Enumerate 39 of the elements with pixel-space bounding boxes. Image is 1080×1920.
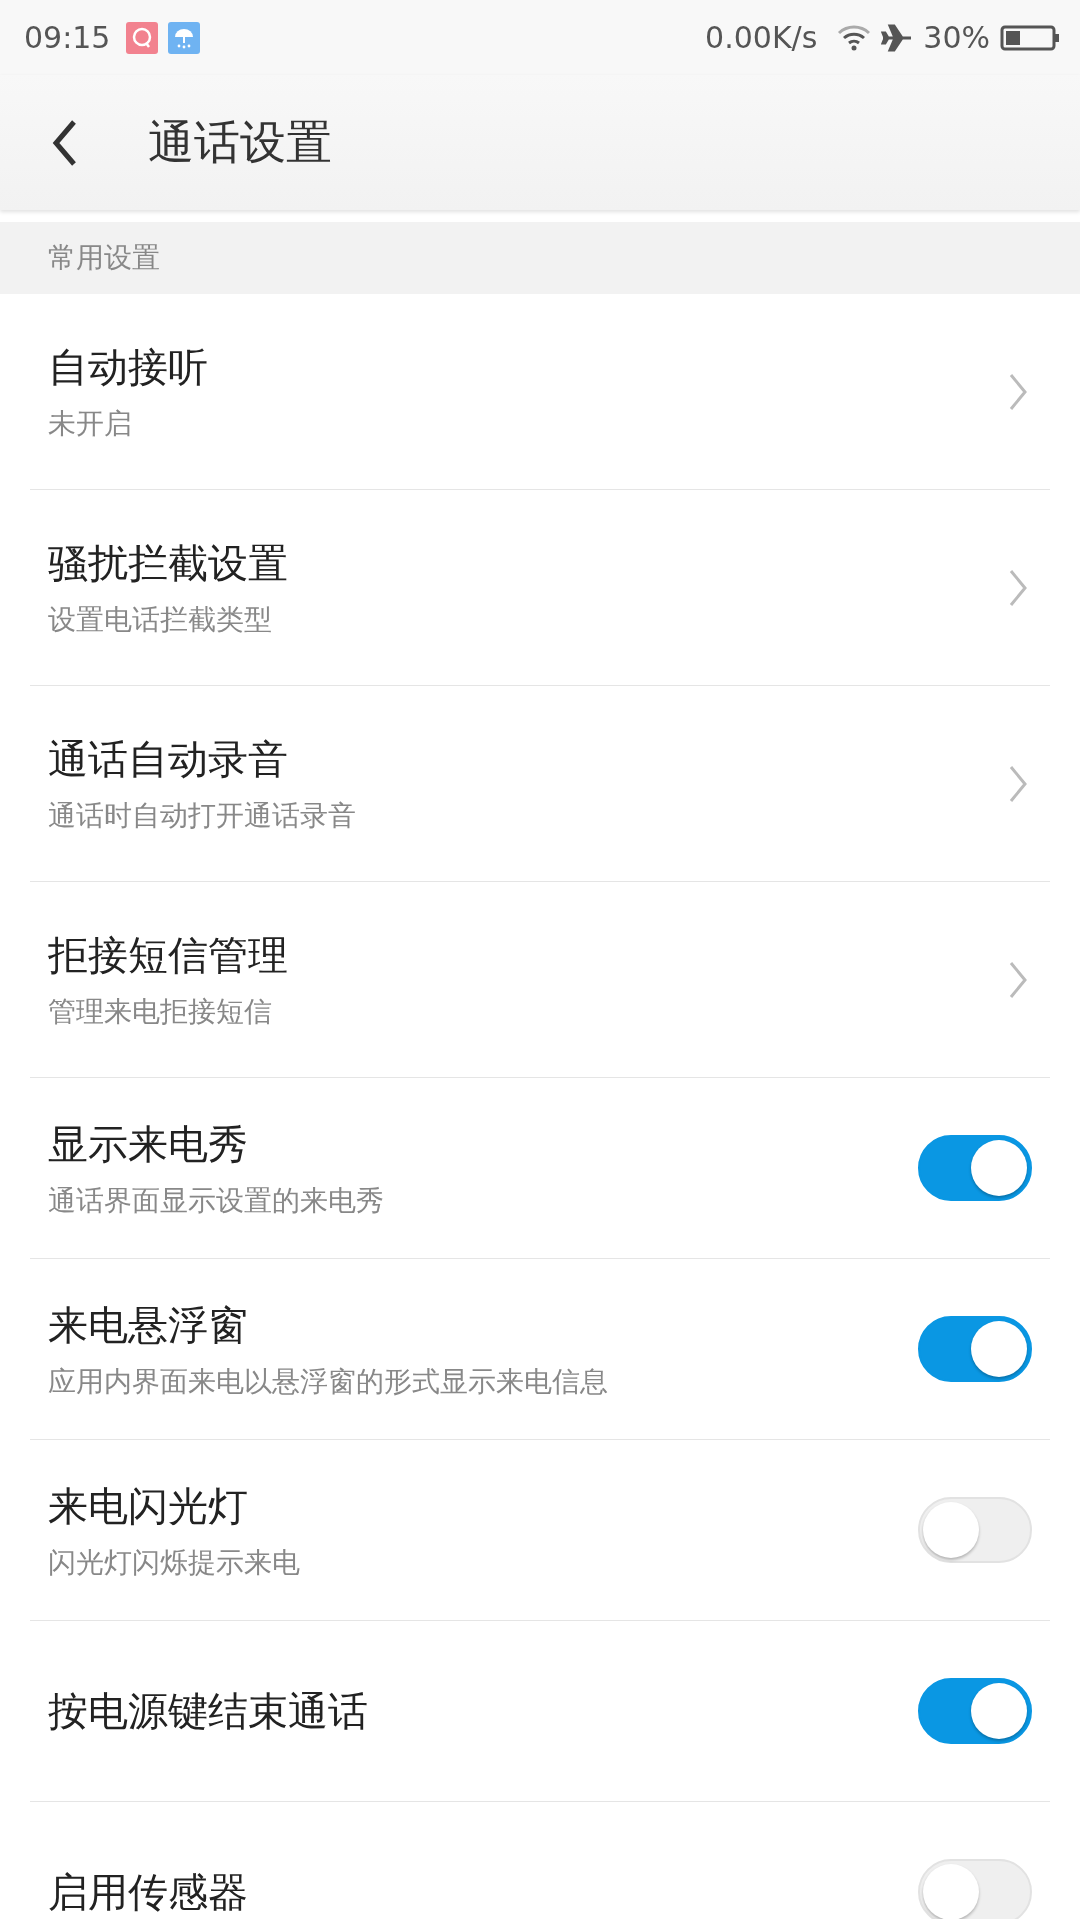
setting-title: 拒接短信管理 <box>48 931 288 980</box>
chevron-icon <box>1008 763 1028 804</box>
settings-row[interactable]: 骚扰拦截设置 设置电话拦截类型 <box>30 490 1050 686</box>
setting-description: 通话时自动打开通话录音 <box>48 798 356 834</box>
setting-title: 来电闪光灯 <box>48 1481 249 1531</box>
settings-row[interactable]: 自动接听 未开启 <box>30 294 1050 490</box>
setting-title: 骚扰拦截设置 <box>48 539 288 588</box>
setting-description: 通话界面显示设置的来电秀 <box>48 1182 384 1219</box>
setting-description: 管理来电拒接短信 <box>48 994 273 1030</box>
setting-title: 按电源键结束通话 <box>48 1686 368 1736</box>
setting-description: 应用内界面来电以悬浮窗的形式显示来电信息 <box>48 1363 608 1400</box>
notification-icon <box>126 21 159 54</box>
battery-percent: 30% <box>923 20 990 55</box>
setting-description: 设置电话拦截类型 <box>48 602 273 638</box>
network-speed: 0.00K/s <box>705 20 818 55</box>
settings-row[interactable]: 启用传感器 <box>30 1802 1050 1919</box>
weather-icon <box>168 21 201 54</box>
setting-description: 未开启 <box>48 406 133 442</box>
setting-title: 通话自动录音 <box>48 735 289 784</box>
airplane-icon <box>881 23 914 52</box>
setting-title: 来电悬浮窗 <box>48 1300 249 1350</box>
status-time: 09:15 <box>24 20 111 55</box>
settings-row[interactable]: 显示来电秀 通话界面显示设置的来电秀 <box>30 1078 1050 1259</box>
settings-row[interactable]: 通话自动录音 通话时自动打开通话录音 <box>30 686 1050 882</box>
settings-row[interactable]: 按电源键结束通话 <box>30 1621 1050 1802</box>
chevron-icon <box>1008 567 1028 608</box>
wifi-icon <box>837 23 872 52</box>
settings-row[interactable]: 拒接短信管理 管理来电拒接短信 <box>30 882 1050 1078</box>
setting-description: 闪光灯闪烁提示来电 <box>48 1544 300 1581</box>
settings-row[interactable]: 来电闪光灯 闪光灯闪烁提示来电 <box>30 1440 1050 1621</box>
chevron-icon <box>1008 371 1028 412</box>
battery-icon <box>1000 23 1060 52</box>
setting-title: 自动接听 <box>48 343 208 392</box>
settings-row[interactable]: 来电悬浮窗 应用内界面来电以悬浮窗的形式显示来电信息 <box>30 1259 1050 1440</box>
section-header: 常用设置 <box>0 222 1080 294</box>
setting-title: 显示来电秀 <box>48 1119 249 1169</box>
setting-title: 启用传感器 <box>48 1867 248 1917</box>
chevron-icon <box>1008 959 1028 1000</box>
page-title: 通话设置 <box>148 113 332 171</box>
